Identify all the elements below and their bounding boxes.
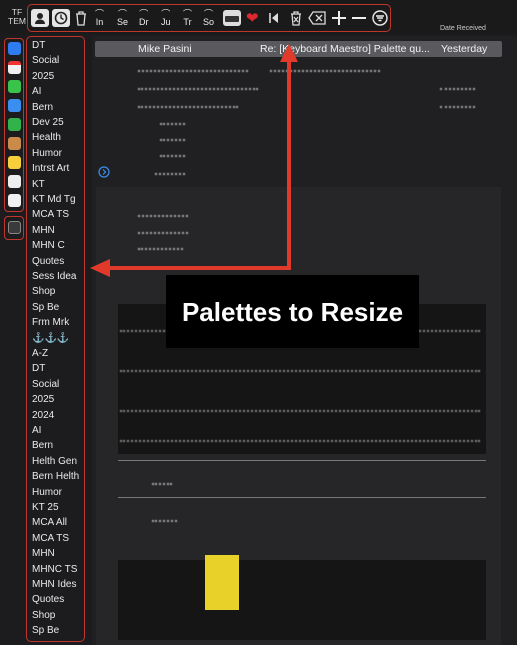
callout-text: Palettes to Resize <box>181 296 404 327</box>
callout-box: Palettes to Resize <box>166 275 419 348</box>
